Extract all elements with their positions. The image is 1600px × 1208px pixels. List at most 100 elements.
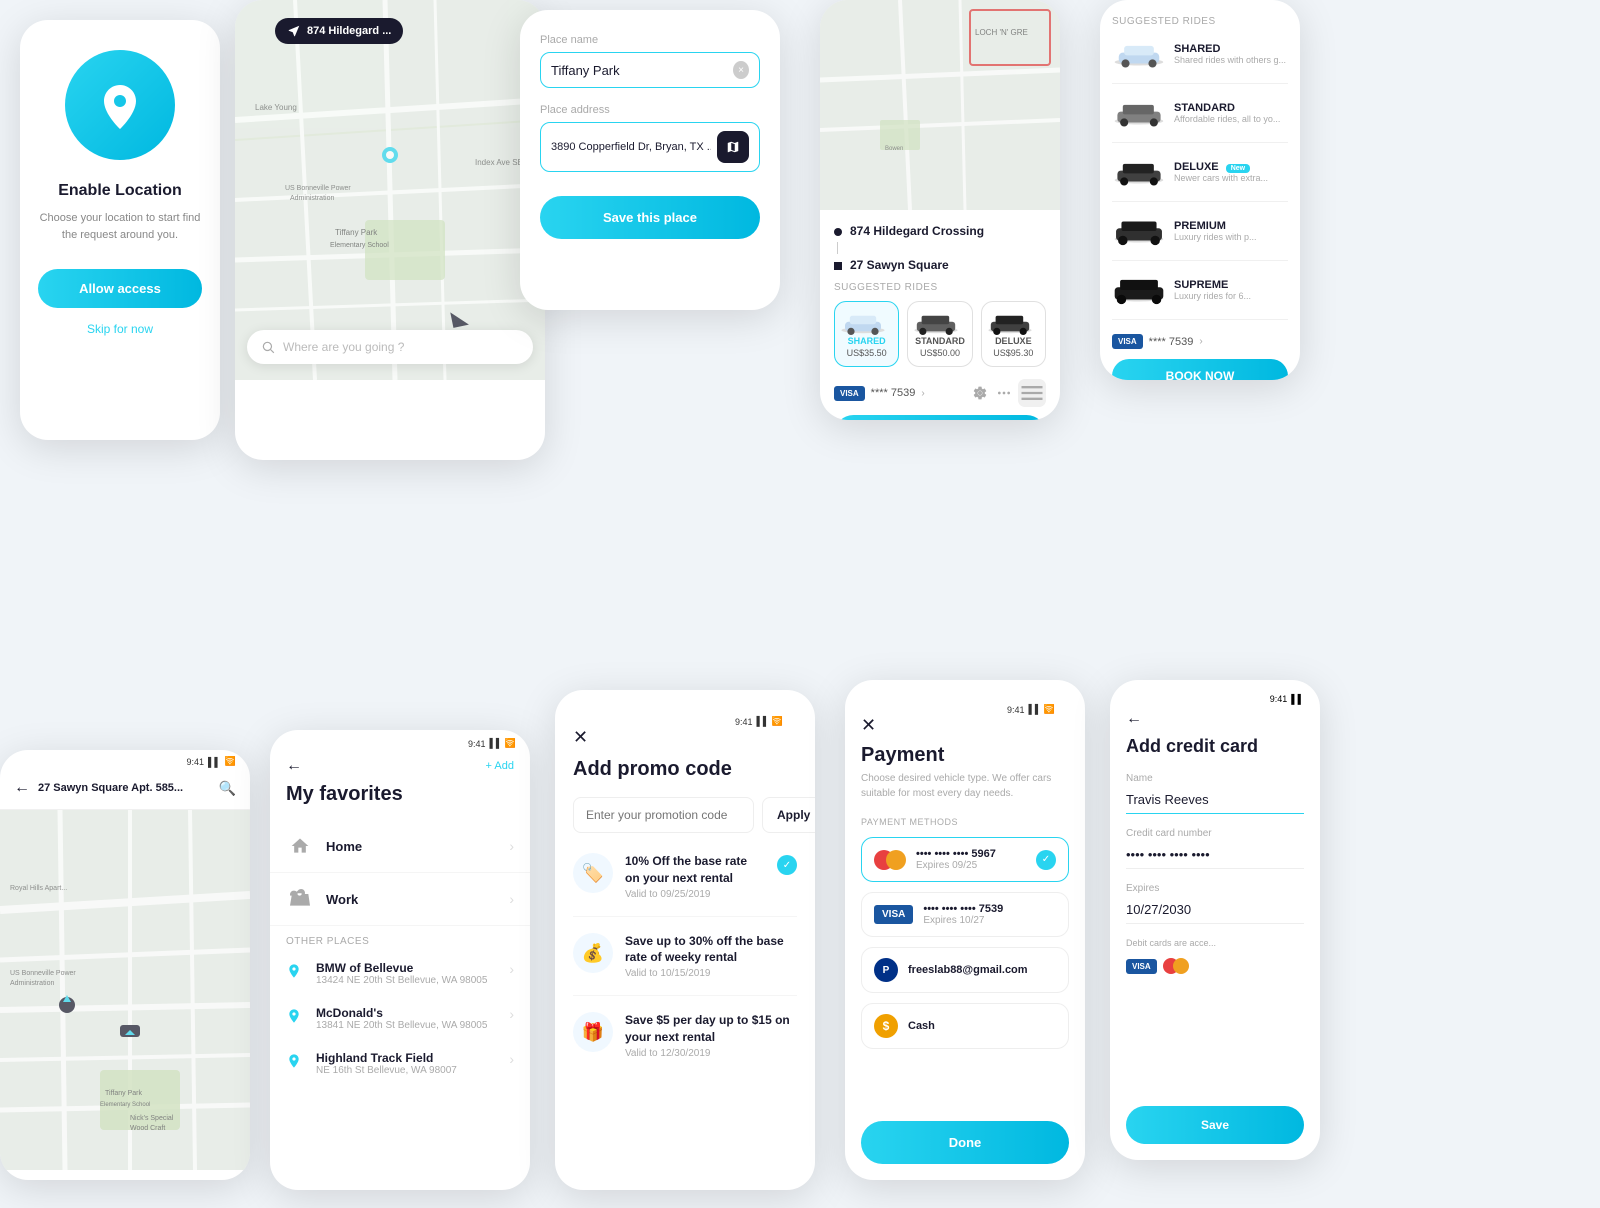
status-bar-credit: 9:41 ▌▌ (1126, 694, 1304, 710)
place-item-mcdonalds[interactable]: McDonald's 13841 NE 20th St Bellevue, WA… (270, 996, 530, 1041)
location-pin-icon-highland (286, 1053, 306, 1073)
expires-input[interactable] (1126, 898, 1304, 924)
favorites-header: ← + Add (270, 749, 530, 783)
home-icon (286, 832, 314, 860)
promo-offer-2: 💰 Save up to 30% off the base rate of we… (573, 933, 797, 980)
place-name-input[interactable] (551, 63, 727, 78)
cash-icon: $ (874, 1014, 898, 1038)
place-address-input[interactable] (551, 141, 711, 153)
visa-badge: VISA (834, 386, 865, 401)
svg-text:Tiffany Park: Tiffany Park (105, 1090, 142, 1097)
place-item-highland[interactable]: Highland Track Field NE 16th St Bellevue… (270, 1041, 530, 1086)
status-bar-map2: 9:41 ▌▌ 🛜 (0, 750, 250, 767)
add-credit-card-card: 9:41 ▌▌ ← Add credit card Name Credit ca… (1110, 680, 1320, 1160)
mastercard-logo (1163, 958, 1189, 974)
promo-code-input[interactable] (573, 797, 754, 833)
clear-place-name-button[interactable]: × (733, 61, 749, 79)
map-background: Lake Young Index Ave SE Tiffany Park Ele… (235, 0, 545, 380)
close-payment-button[interactable]: ✕ (861, 715, 1069, 736)
apply-promo-button[interactable]: Apply (762, 797, 815, 833)
payment-cash[interactable]: $ Cash (861, 1003, 1069, 1049)
save-credit-card-button[interactable]: Save (1126, 1106, 1304, 1144)
book-now-list-button[interactable]: BOOK NOW (1112, 359, 1288, 380)
list-item-premium[interactable]: PREMIUM Luxury rides with p... (1112, 216, 1288, 246)
promo-offer-icon-1: 🏷️ (573, 853, 613, 893)
map2-header: ← 27 Sawyn Square Apt. 585... 🔍 (0, 767, 250, 810)
payment-section-label: PAYMENT METHODS (861, 817, 1069, 827)
promo-offer-icon-2: 💰 (573, 933, 613, 973)
status-time-favorites: 9:41 (468, 739, 486, 749)
card-number-list: **** 7539 (1149, 336, 1194, 348)
name-label: Name (1126, 773, 1304, 784)
payment-paypal[interactable]: P freeslab88@gmail.com (861, 947, 1069, 993)
card-number-input[interactable] (1126, 843, 1304, 869)
close-promo-button[interactable]: ✕ (573, 727, 797, 748)
map-icon-button[interactable] (717, 131, 749, 163)
payment-row: VISA **** 7539 › (820, 379, 1060, 407)
favorite-item-work[interactable]: Work › (270, 873, 530, 926)
payment-title: Payment (861, 744, 1069, 767)
promo-offer-3: 🎁 Save $5 per day up to $15 on your next… (573, 1012, 797, 1059)
promo-code-card: 9:41 ▌▌ 🛜 ✕ Add promo code Apply 🏷️ 10% … (555, 690, 815, 1190)
ride-option-deluxe[interactable]: DELUXE US$95.30 (981, 301, 1046, 367)
svg-text:Administration: Administration (290, 195, 334, 202)
add-favorite-button[interactable]: + Add (486, 760, 514, 772)
payment-card: 9:41 ▌▌ 🛜 ✕ Payment Choose desired vehic… (845, 680, 1085, 1180)
search-icon-map2[interactable]: 🔍 (219, 780, 236, 797)
payment-visa[interactable]: VISA •••• •••• •••• 7539 Expires 10/27 (861, 892, 1069, 937)
favorites-title: My favorites (270, 783, 530, 820)
where-going-search[interactable]: Where are you going ? (247, 330, 533, 364)
svg-text:Administration: Administration (10, 980, 54, 987)
status-time-credit: 9:41 (1270, 694, 1288, 704)
selected-check: ✓ (1036, 850, 1056, 870)
favorites-card: 9:41 ▌▌ 🛜 ← + Add My favorites Home › Wo… (270, 730, 530, 1190)
back-button-credit[interactable]: ← (1126, 710, 1304, 728)
back-button-map2[interactable]: ← (14, 779, 30, 797)
name-input[interactable] (1126, 788, 1304, 814)
other-places-label: OTHER PLACES (270, 926, 530, 951)
save-place-button[interactable]: Save this place (540, 196, 760, 239)
svg-text:Tiffany Park: Tiffany Park (335, 228, 378, 237)
address-map2: 27 Sawyn Square Apt. 585... (38, 782, 211, 794)
book-now-button[interactable]: BOOK NOW (834, 415, 1046, 420)
status-time-promo: 9:41 (735, 717, 753, 727)
favorite-item-home[interactable]: Home › (270, 820, 530, 873)
debit-note: Debit cards are acce... (1126, 938, 1304, 948)
list-item-supreme[interactable]: SUPREME Luxury rides for 6... (1112, 275, 1288, 305)
allow-access-button[interactable]: Allow access (38, 269, 202, 308)
route-to: 27 Sawyn Square (834, 258, 1046, 272)
promo-title: Add promo code (573, 758, 797, 781)
map-navigation-card: Lake Young Index Ave SE Tiffany Park Ele… (235, 0, 545, 460)
suggested-label: SUGGESTED RIDES (834, 282, 1046, 293)
enable-location-description: Choose your location to start find the r… (38, 210, 202, 243)
visa-logo: VISA (1126, 959, 1157, 974)
svg-text:🏷️: 🏷️ (582, 862, 604, 883)
work-icon (286, 885, 314, 913)
place-item-bmw[interactable]: BMW of Bellevue 13424 NE 20th St Bellevu… (270, 951, 530, 996)
location-pin-icon-mcdonalds (286, 1008, 306, 1028)
svg-text:Nick's Special: Nick's Special (130, 1115, 174, 1122)
status-time-payment: 9:41 (1007, 705, 1025, 715)
svg-text:LOCH 'N' GRE: LOCH 'N' GRE (975, 28, 1028, 37)
back-button-favorites[interactable]: ← (286, 757, 302, 775)
promo-offer-1: 🏷️ 10% Off the base rate on your next re… (573, 853, 797, 900)
visa-badge-list: VISA (1112, 334, 1143, 349)
list-item-shared[interactable]: SHARED Shared rides with others g... (1112, 39, 1288, 69)
svg-text:🎁: 🎁 (582, 1021, 604, 1042)
card-number-label: Credit card number (1126, 828, 1304, 839)
card-logos: VISA (1126, 958, 1304, 974)
svg-text:Bowen: Bowen (885, 146, 903, 152)
promo-check-1: ✓ (777, 855, 797, 875)
ride-option-shared[interactable]: SHARED US$35.50 (834, 301, 899, 367)
visa-icon: VISA (874, 905, 913, 924)
suggested-rides-list-card: SUGGESTED RIDES SHARED Shared rides with… (1100, 0, 1300, 380)
ride-option-standard[interactable]: STANDARD US$50.00 (907, 301, 972, 367)
skip-link[interactable]: Skip for now (87, 322, 153, 336)
status-bar-favorites: 9:41 ▌▌ 🛜 (270, 730, 530, 749)
done-payment-button[interactable]: Done (861, 1121, 1069, 1164)
route-from: 874 Hildegard Crossing (834, 224, 1046, 238)
svg-text:Lake Young: Lake Young (255, 103, 297, 112)
list-item-standard[interactable]: STANDARD Affordable rides, all to yo... (1112, 98, 1288, 128)
list-item-deluxe[interactable]: DELUXE New Newer cars with extra... (1112, 157, 1288, 187)
payment-mastercard[interactable]: •••• •••• •••• 5967 Expires 09/25 ✓ (861, 837, 1069, 882)
